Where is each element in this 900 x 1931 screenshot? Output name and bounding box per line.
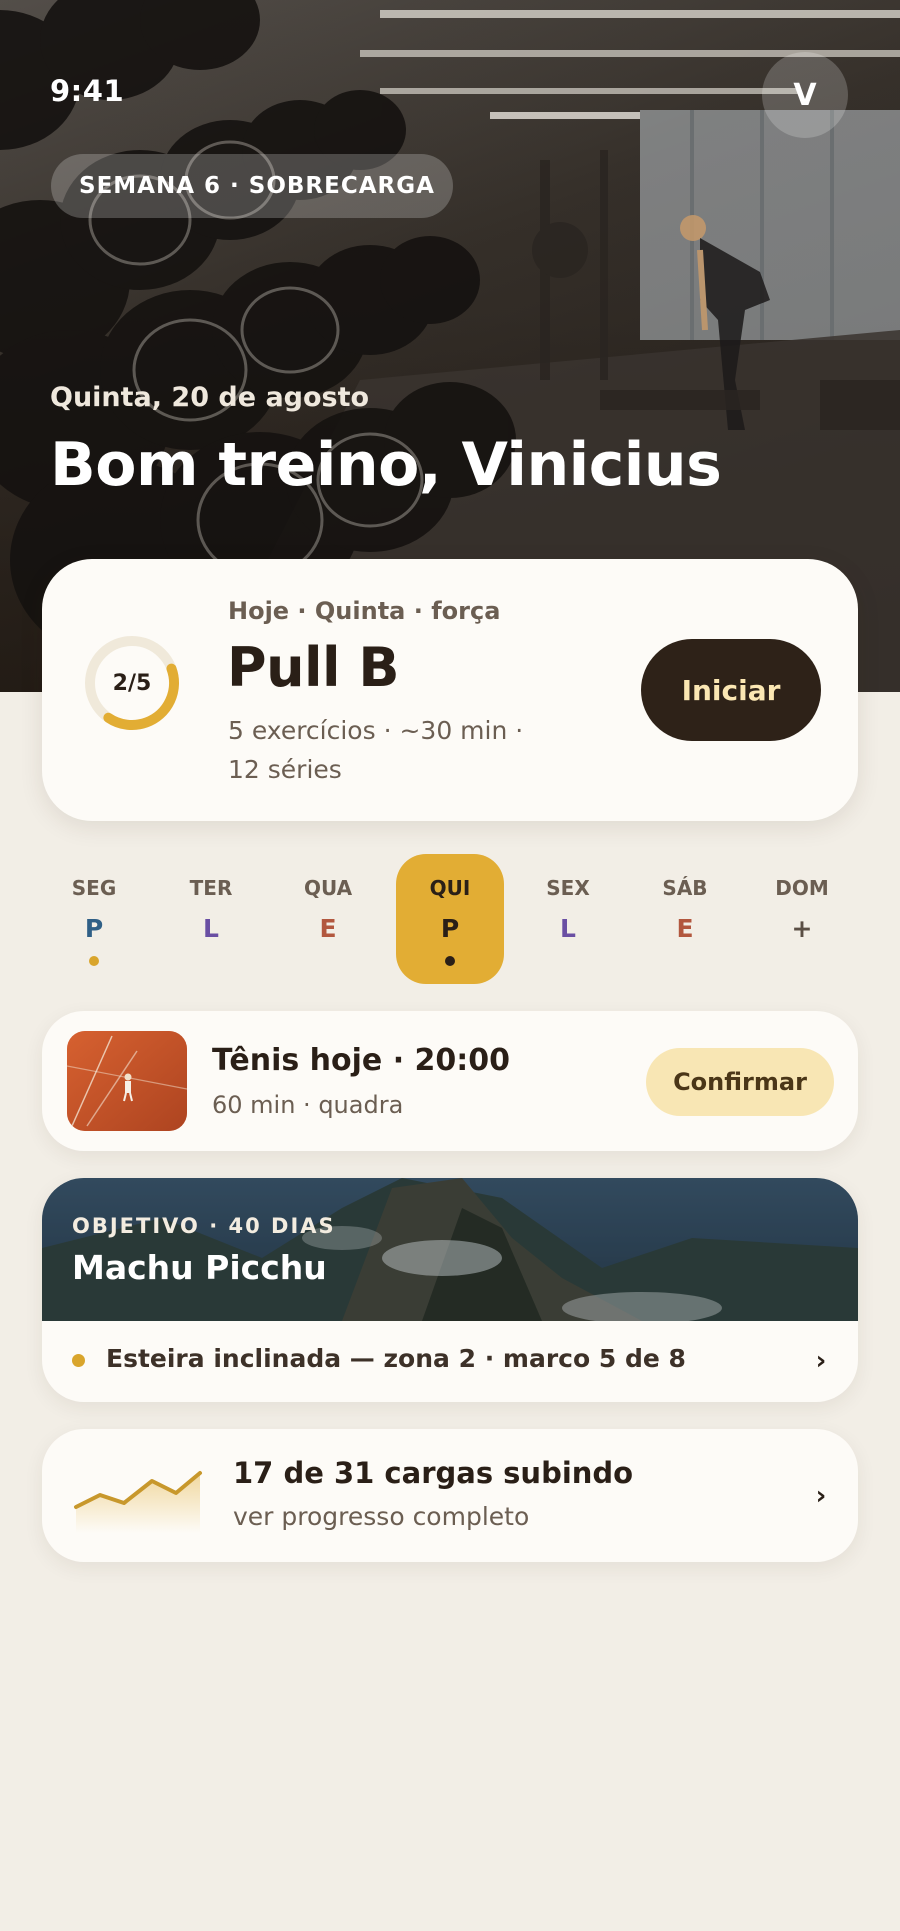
day-name: TER (189, 876, 233, 900)
workout-meta: 5 exercícios · ~30 min · 12 séries (228, 716, 524, 784)
tennis-subtitle: 60 min · quadra (212, 1091, 404, 1119)
day-dot (89, 956, 99, 966)
week-badge: SEMANA 6 · SOBRECARGA (51, 154, 453, 218)
tennis-court-image (67, 1031, 187, 1131)
week-strip: SEG P TER L QUA E QUI P SEX L SÁB E DOM … (40, 854, 860, 984)
chevron-right-icon: › (815, 1481, 827, 1511)
day-dom[interactable]: DOM + (748, 854, 856, 984)
day-name: SÁB (662, 876, 708, 900)
goal-card[interactable]: OBJETIVO · 40 DIAS Machu Picchu Esteira … (42, 1178, 858, 1402)
day-name: SEG (71, 876, 117, 900)
start-workout-button[interactable]: Iniciar (641, 639, 821, 741)
day-code: E (319, 914, 337, 943)
day-name: QUA (303, 876, 353, 900)
progress-ring-label: 2/5 (112, 670, 152, 696)
day-name: QUI (429, 876, 471, 900)
hero-date: Quinta, 20 de agosto (50, 382, 370, 413)
day-dot (445, 956, 455, 966)
day-code: P (440, 914, 460, 943)
tennis-title: Tênis hoje · 20:00 (212, 1043, 511, 1078)
confirm-tennis-button[interactable]: Confirmar (646, 1048, 834, 1116)
workout-title: Pull B (227, 636, 400, 699)
day-seg[interactable]: SEG P (40, 854, 148, 984)
day-qui[interactable]: QUI P (396, 854, 504, 984)
profile-avatar[interactable]: V (762, 52, 848, 138)
hero-greeting: Bom treino, Vinicius (50, 430, 722, 500)
progress-title: 17 de 31 cargas subindo (233, 1456, 634, 1490)
goal-milestone: Esteira inclinada — zona 2 · marco 5 de … (106, 1344, 686, 1373)
day-code: P (84, 914, 104, 943)
machu-picchu-banner: OBJETIVO · 40 DIAS Machu Picchu (42, 1178, 858, 1321)
day-code: L (203, 914, 219, 943)
progress-card[interactable]: 17 de 31 cargas subindo ver progresso co… (42, 1429, 858, 1562)
goal-eyebrow: OBJETIVO · 40 DIAS (72, 1214, 336, 1238)
day-code: L (560, 914, 576, 943)
workout-eyebrow: Hoje · Quinta · força (228, 597, 501, 625)
day-code: E (676, 914, 694, 943)
day-qua[interactable]: QUA E (274, 854, 382, 984)
progress-subtitle[interactable]: ver progresso completo (233, 1502, 529, 1531)
day-name: DOM (775, 876, 829, 900)
chevron-right-icon: › (815, 1346, 827, 1376)
day-code: + (791, 914, 813, 943)
milestone-dot (72, 1354, 85, 1367)
goal-title: Machu Picchu (72, 1248, 327, 1287)
day-sex[interactable]: SEX L (514, 854, 622, 984)
status-time: 9:41 (50, 74, 125, 108)
tennis-card[interactable]: Tênis hoje · 20:00 60 min · quadra Confi… (42, 1011, 858, 1151)
day-ter[interactable]: TER L (157, 854, 265, 984)
today-workout-card[interactable]: 2/5 Hoje · Quinta · força Pull B 5 exerc… (42, 559, 858, 821)
day-name: SEX (546, 876, 590, 900)
day-sab[interactable]: SÁB E (631, 854, 739, 984)
trend-sparkline-icon (74, 1471, 202, 1533)
